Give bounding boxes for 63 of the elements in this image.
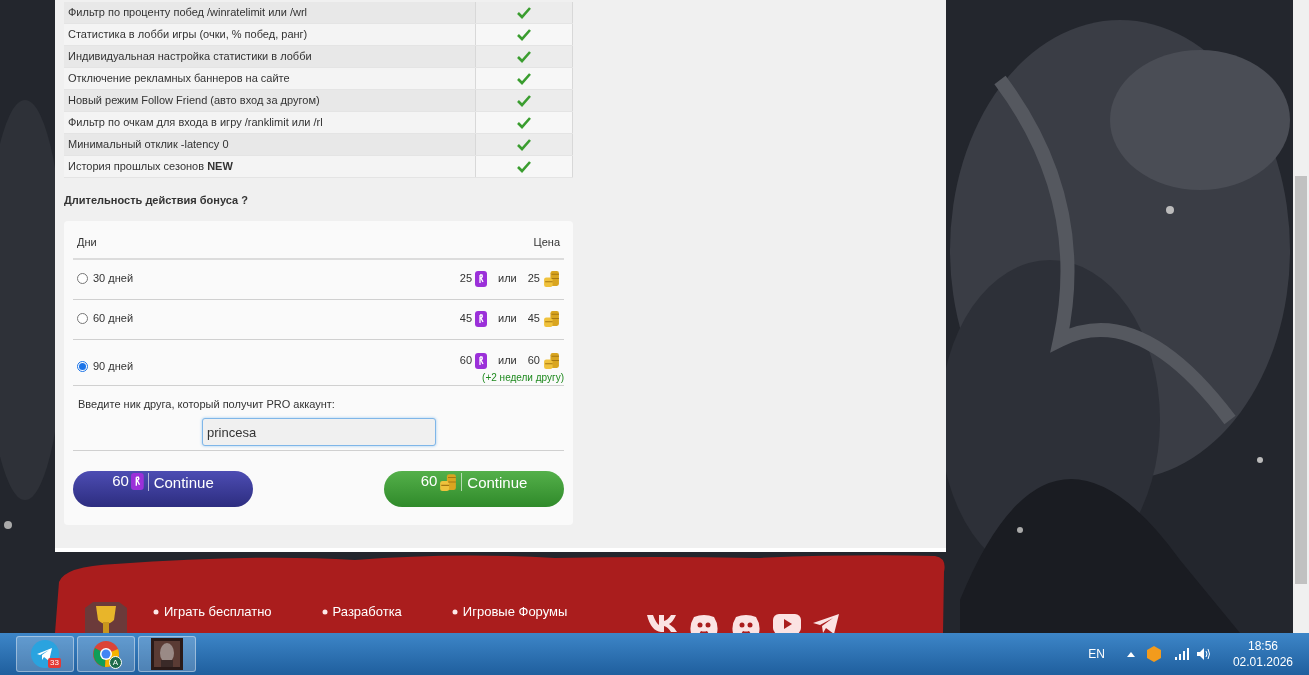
gem-icon <box>475 352 488 369</box>
bullet-icon <box>153 608 159 615</box>
field-label: Введите ник друга, который получит PRO аккаунт: <box>78 396 336 412</box>
language-indicator[interactable]: EN <box>1088 645 1105 663</box>
coin-price: 25 <box>527 271 540 287</box>
ruby-price: 25 <box>459 271 473 287</box>
column-header: Цена <box>533 234 560 250</box>
signal-icon[interactable] <box>1174 648 1189 660</box>
ruby-price: 60 <box>459 353 473 369</box>
column-header: Дни <box>77 234 97 250</box>
gem-icon <box>475 310 488 327</box>
feature-label: Минимальный отклик -latency 0 <box>68 137 229 153</box>
clock-time[interactable]: 18:56 <box>1247 638 1278 654</box>
badge: A <box>109 656 122 669</box>
coins-icon <box>543 310 560 327</box>
duration-label: 90 дней <box>93 359 134 375</box>
discord-icon[interactable] <box>689 614 720 636</box>
coin-price: 60 <box>527 353 540 369</box>
coins-icon <box>543 352 560 369</box>
bonus-note: (+2 недели другу) <box>482 370 564 385</box>
coins-icon <box>439 472 458 491</box>
gem-icon <box>475 270 488 287</box>
bullet-icon <box>451 608 458 615</box>
feature-label: Фильтр по очкам для входа в игру /ranklimit или /rl <box>68 115 323 131</box>
discord-icon[interactable] <box>731 614 762 636</box>
coin-price: 45 <box>527 311 540 327</box>
taskbar-button[interactable]: 33 <box>16 636 74 672</box>
speaker-icon[interactable] <box>1196 648 1211 660</box>
footer-link[interactable]: Игровые Форумы <box>462 604 568 619</box>
feature-label: Статистика в лобби игры (очки, % побед, ранг) <box>68 27 308 43</box>
telegram-icon[interactable] <box>813 614 840 634</box>
bullet-icon <box>321 608 328 615</box>
ruby-price: 45 <box>459 311 473 327</box>
feature-label: История прошлых сезонов NEW <box>68 159 233 175</box>
taskbar-button[interactable] <box>138 636 196 672</box>
feature-label: Новый режим Follow Friend (авто вход за другом) <box>68 93 320 109</box>
feature-label: Индивидуальная настройка статистики в лобби <box>68 49 312 65</box>
footer-link[interactable]: Играть бесплатно <box>164 604 272 619</box>
vk-icon[interactable] <box>647 614 678 632</box>
scrollbar-thumb[interactable] <box>1295 176 1307 584</box>
continue-button[interactable]: 60 Continue <box>73 470 253 507</box>
taskbar-button[interactable]: A <box>77 636 135 672</box>
section-title: Длительность действия бонуса ? <box>64 193 249 208</box>
coins-icon <box>543 270 560 287</box>
or-text: или <box>498 353 517 369</box>
duration-label: 60 дней <box>93 311 134 327</box>
youtube-icon[interactable] <box>773 614 802 634</box>
footer-link[interactable]: Разработка <box>332 604 402 619</box>
duration-label: 30 дней <box>93 271 134 287</box>
or-text: или <box>498 311 517 327</box>
badge: 33 <box>48 658 61 668</box>
game-icon <box>151 638 183 670</box>
caret-icon[interactable] <box>1126 651 1135 657</box>
radio-button[interactable] <box>77 273 88 284</box>
clock-date[interactable]: 02.01.2026 <box>1232 654 1293 670</box>
or-text: или <box>498 271 517 287</box>
input-field[interactable]: princesa <box>202 418 436 446</box>
feature-label: Фильтр по проценту побед /winratelimit или /wrl <box>68 5 307 21</box>
cube-icon[interactable] <box>1146 646 1161 662</box>
gem-icon <box>130 473 144 490</box>
feature-label: Отключение рекламных баннеров на сайте <box>68 71 290 87</box>
radio-button[interactable] <box>77 313 88 324</box>
radio-button[interactable] <box>77 361 88 372</box>
